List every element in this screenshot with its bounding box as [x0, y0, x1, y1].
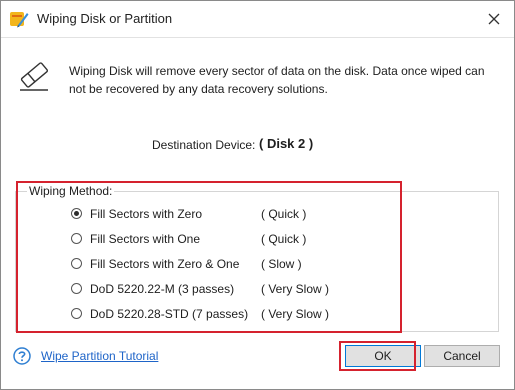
cancel-button[interactable]: Cancel — [424, 345, 500, 367]
close-button[interactable] — [480, 5, 508, 33]
window-title: Wiping Disk or Partition — [37, 11, 173, 26]
option-label: DoD 5220.22-M (3 passes) — [90, 282, 235, 296]
help-circle-icon[interactable] — [13, 347, 31, 365]
option-speed: ( Quick ) — [261, 207, 307, 221]
wipe-tutorial-link[interactable]: Wipe Partition Tutorial — [41, 349, 158, 363]
option-dod-3-passes[interactable]: DoD 5220.22-M (3 passes) ( Very Slow ) — [71, 281, 391, 299]
wipe-dialog: Wiping Disk or Partition Wiping Disk wil… — [0, 0, 515, 390]
app-icon — [10, 12, 29, 28]
option-label: Fill Sectors with Zero — [90, 207, 203, 221]
option-fill-zero[interactable]: Fill Sectors with Zero ( Quick ) — [71, 206, 391, 224]
option-label: Fill Sectors with Zero & One — [90, 257, 240, 271]
radio-fill-zero[interactable] — [71, 208, 82, 219]
option-speed: ( Very Slow ) — [261, 307, 330, 321]
option-label: DoD 5220.28-STD (7 passes) — [90, 307, 249, 321]
wiping-method-title: Wiping Method: — [27, 184, 115, 198]
option-dod-7-passes[interactable]: DoD 5220.28-STD (7 passes) ( Very Slow ) — [71, 306, 391, 324]
radio-fill-one[interactable] — [71, 233, 82, 244]
destination-label: Destination Device: — [152, 138, 256, 152]
option-speed: ( Quick ) — [261, 232, 307, 246]
title-bar: Wiping Disk or Partition — [1, 1, 514, 38]
close-icon — [488, 13, 500, 25]
option-speed: ( Very Slow ) — [261, 282, 330, 296]
radio-dod-7-passes[interactable] — [71, 308, 82, 319]
radio-dod-3-passes[interactable] — [71, 283, 82, 294]
wipe-warning-text: Wiping Disk will remove every sector of … — [69, 64, 485, 96]
option-fill-zero-one[interactable]: Fill Sectors with Zero & One ( Slow ) — [71, 256, 391, 274]
option-fill-one[interactable]: Fill Sectors with One ( Quick ) — [71, 231, 391, 249]
option-speed: ( Slow ) — [261, 257, 302, 271]
eraser-icon — [20, 62, 49, 91]
ok-button[interactable]: OK — [345, 345, 421, 367]
option-label: Fill Sectors with One — [90, 232, 201, 246]
destination-value: ( Disk 2 ) — [259, 136, 314, 151]
radio-fill-zero-one[interactable] — [71, 258, 82, 269]
